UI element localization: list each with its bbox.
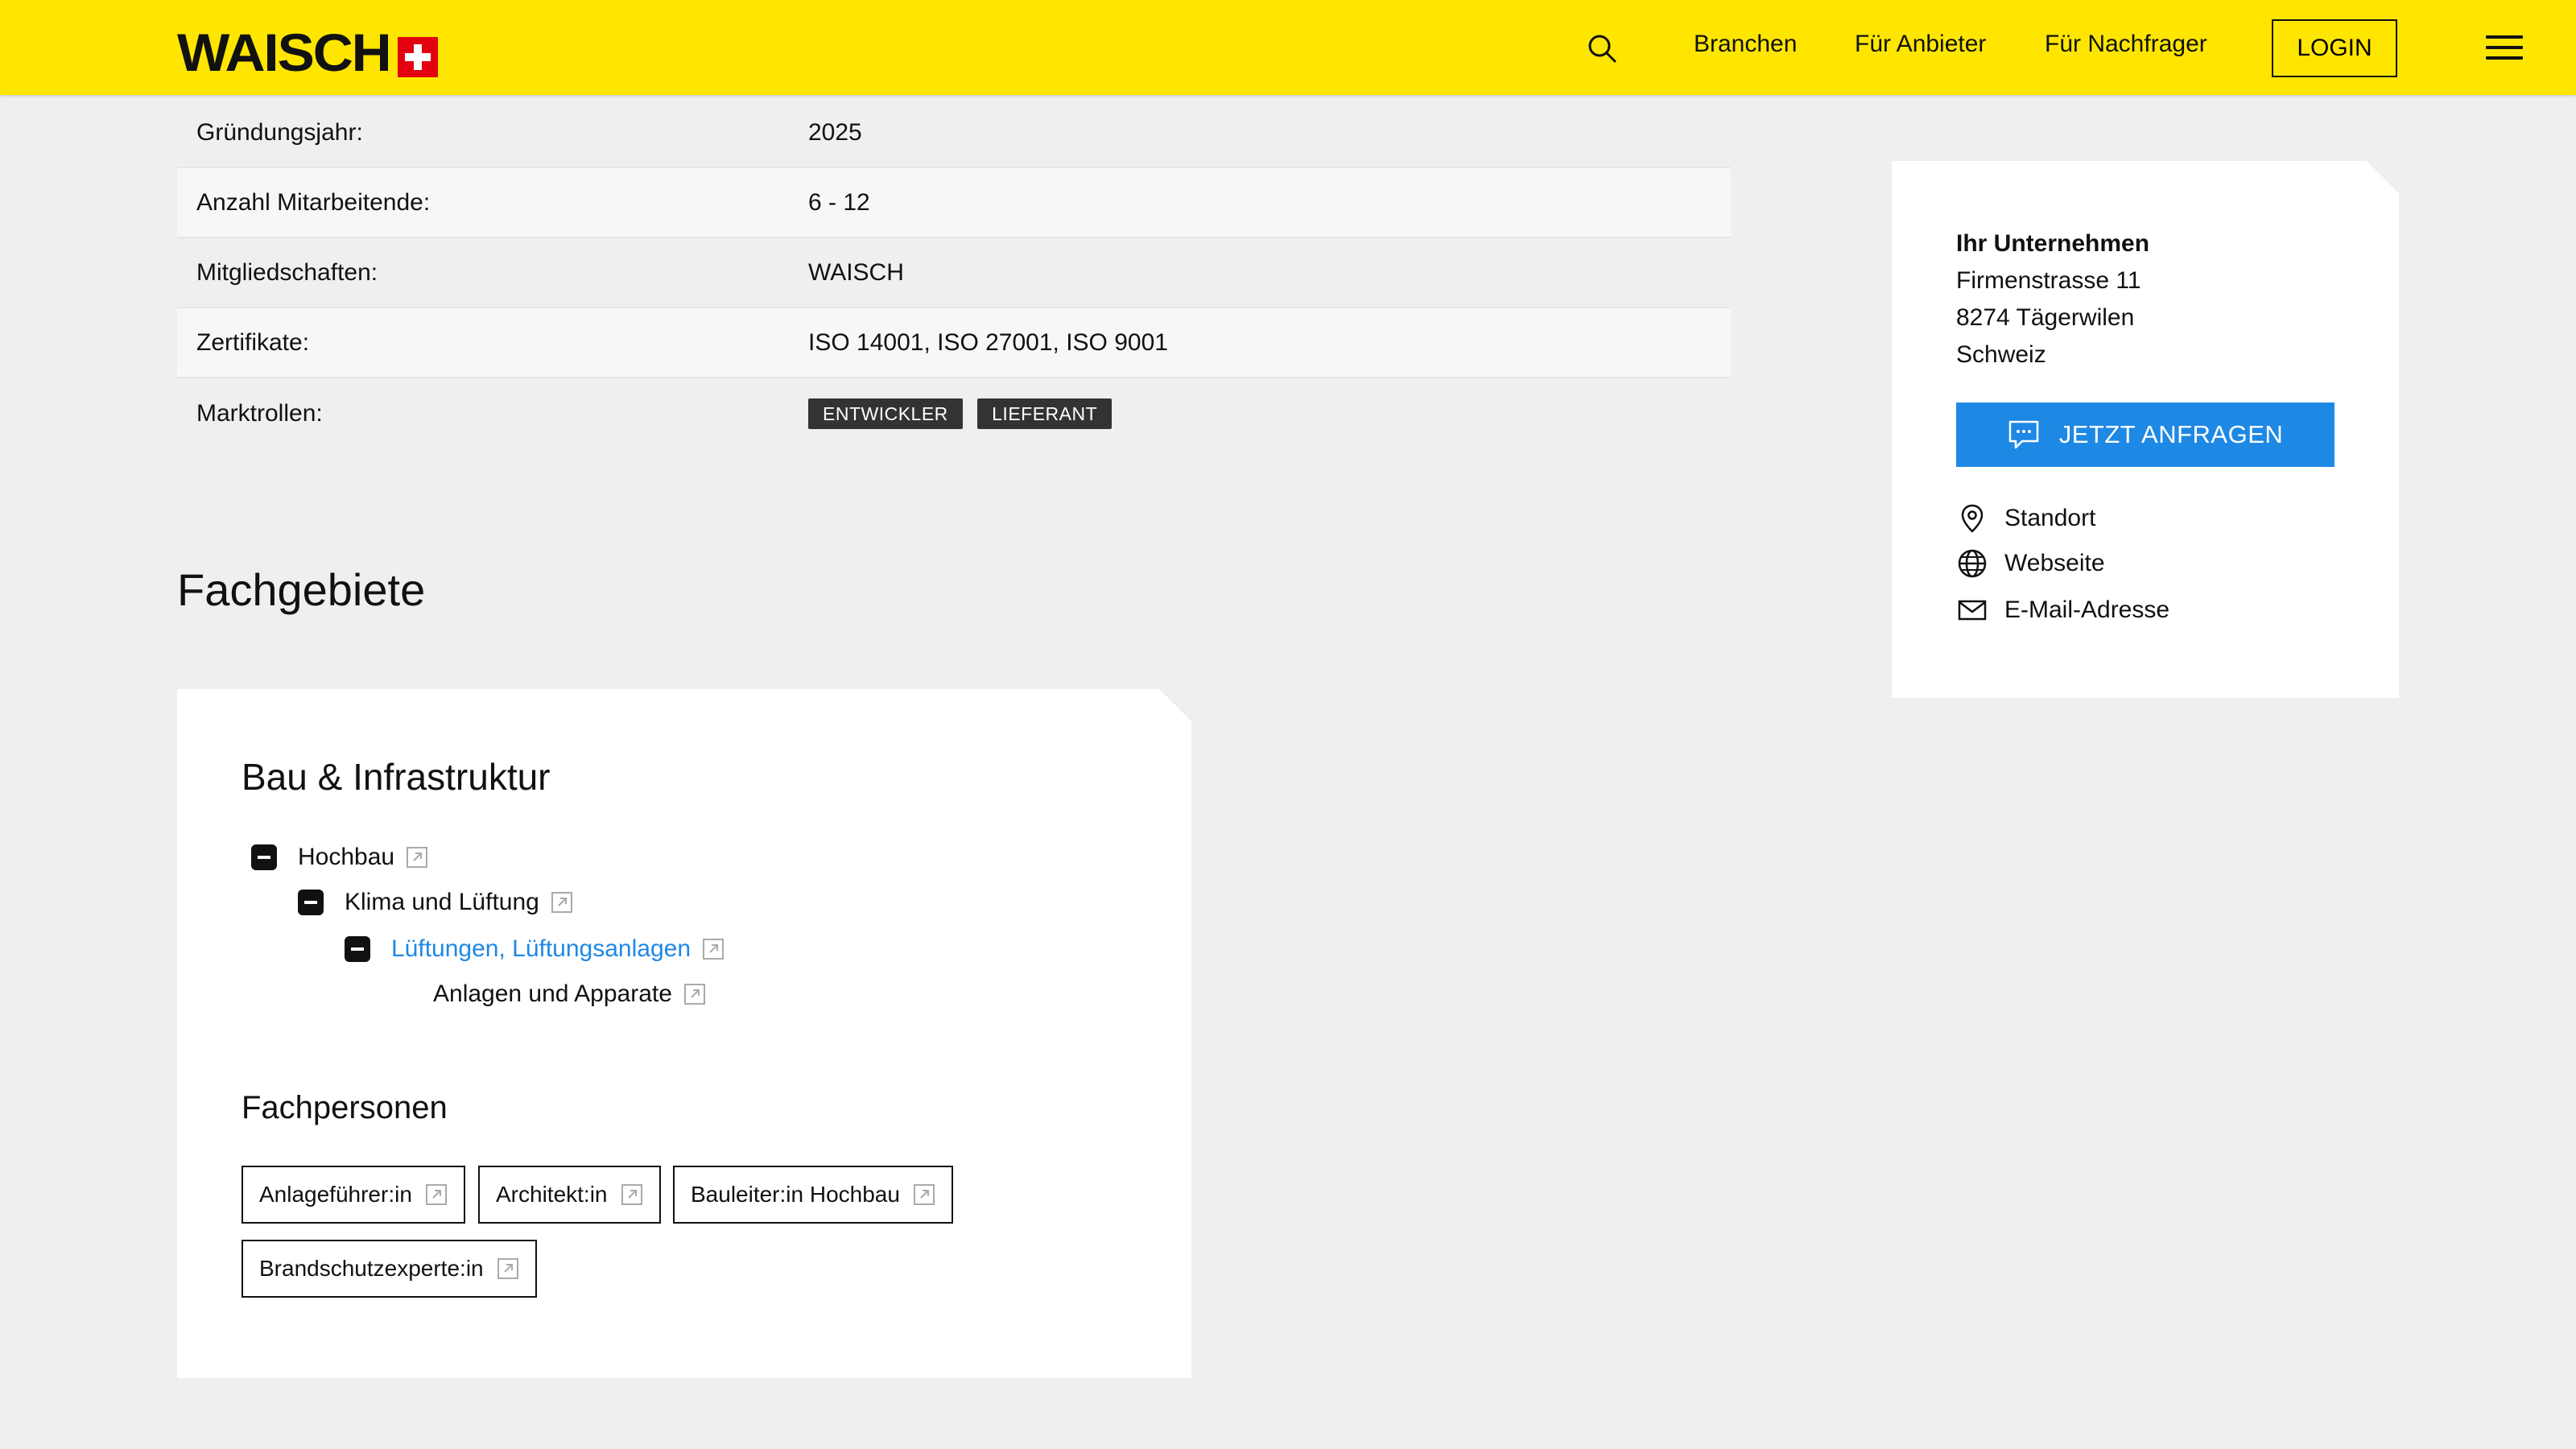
role-badge: ENTWICKLER	[808, 398, 963, 429]
tree-item-label[interactable]: Hochbau	[298, 844, 394, 871]
company-country: Schweiz	[1956, 341, 2046, 368]
tree-item-hochbau: Hochbau	[251, 844, 428, 871]
chip-label: Architekt:in	[496, 1182, 608, 1207]
chip-label: Bauleiter:in Hochbau	[691, 1182, 900, 1207]
location-pin-icon	[1961, 504, 1984, 533]
tree-item-label[interactable]: Lüftungen, Lüftungsanlagen	[391, 935, 691, 963]
section-title-fachgebiete: Fachgebiete	[177, 564, 426, 615]
row-label: Marktrollen:	[196, 399, 323, 427]
company-city: 8274 Tägerwilen	[1956, 304, 2135, 331]
company-contact-card: Ihr Unternehmen Firmenstrasse 11 8274 Tä…	[1892, 161, 2399, 698]
external-link-icon	[913, 1184, 935, 1205]
chip-label: Anlageführer:in	[259, 1182, 412, 1207]
row-value: 6 - 12	[808, 188, 870, 216]
external-link-icon[interactable]	[406, 846, 428, 869]
link-label: Webseite	[2004, 550, 2105, 576]
collapse-toggle-icon[interactable]	[345, 936, 370, 962]
search-icon[interactable]	[1586, 32, 1618, 64]
role-badge: LIEFERANT	[977, 398, 1113, 429]
tree-item-lueftungsanlagen: Lüftungen, Lüftungsanlagen	[345, 935, 724, 963]
row-value: WAISCH	[808, 258, 904, 286]
company-details-table: Gründungsjahr: 2025 Anzahl Mitarbeitende…	[177, 98, 1731, 448]
person-chip-bauleiter[interactable]: Bauleiter:in Hochbau	[673, 1166, 953, 1224]
logo-text: WAISCH	[177, 23, 392, 82]
row-value: ISO 14001, ISO 27001, ISO 9001	[808, 328, 1168, 356]
standort-link[interactable]: Standort	[1956, 502, 2095, 535]
chip-label: Brandschutzexperte:in	[259, 1256, 484, 1281]
fachgebiete-card: Bau & Infrastruktur Hochbau Klima und Lü…	[177, 689, 1191, 1378]
link-label: Standort	[2004, 505, 2096, 531]
webseite-link[interactable]: Webseite	[1956, 547, 2105, 580]
link-label: E-Mail-Adresse	[2004, 597, 2170, 623]
person-chip-anlagefuehrer[interactable]: Anlageführer:in	[242, 1166, 465, 1224]
tree-item-anlagen-apparate: Anlagen und Apparate	[433, 980, 706, 1008]
table-row: Anzahl Mitarbeitende: 6 - 12	[177, 168, 1731, 238]
fachpersonen-title: Fachpersonen	[242, 1090, 448, 1125]
top-navigation-bar: WAISCH Branchen Für Anbieter Für Nachfra…	[0, 0, 2576, 95]
jetzt-anfragen-button[interactable]: JETZT ANFRAGEN	[1956, 402, 2334, 467]
tree-item-label[interactable]: Klima und Lüftung	[345, 889, 539, 916]
category-title: Bau & Infrastruktur	[242, 756, 551, 798]
table-row: Zertifikate: ISO 14001, ISO 27001, ISO 9…	[177, 308, 1731, 378]
external-link-icon[interactable]	[683, 983, 706, 1005]
chat-icon	[2008, 420, 2038, 449]
person-chip-architekt[interactable]: Architekt:in	[478, 1166, 661, 1224]
row-label: Gründungsjahr:	[196, 118, 363, 146]
person-chip-brandschutzexperte[interactable]: Brandschutzexperte:in	[242, 1240, 537, 1298]
nav-fuer-anbieter[interactable]: Für Anbieter	[1855, 31, 1986, 58]
table-row: Gründungsjahr: 2025	[177, 98, 1731, 168]
tree-item-label[interactable]: Anlagen und Apparate	[433, 980, 672, 1008]
external-link-icon[interactable]	[551, 891, 573, 914]
external-link-icon	[497, 1258, 518, 1279]
swiss-flag-icon	[398, 37, 438, 77]
table-row: Mitgliedschaften: WAISCH	[177, 238, 1731, 308]
company-street: Firmenstrasse 11	[1956, 267, 2141, 294]
row-label: Anzahl Mitarbeitende:	[196, 188, 431, 216]
globe-icon	[1958, 549, 1987, 578]
external-link-icon[interactable]	[702, 938, 724, 960]
cta-label: JETZT ANFRAGEN	[2058, 420, 2284, 448]
external-link-icon	[621, 1184, 642, 1205]
collapse-toggle-icon[interactable]	[298, 890, 324, 915]
table-row: Marktrollen: ENTWICKLER LIEFERANT	[177, 378, 1731, 448]
tree-item-klima-lueftung: Klima und Lüftung	[298, 889, 573, 916]
row-label: Mitgliedschaften:	[196, 258, 378, 286]
mail-icon	[1958, 600, 1987, 621]
row-label: Zertifikate:	[196, 328, 310, 356]
market-roles: ENTWICKLER LIEFERANT	[808, 398, 1731, 429]
company-address: Ihr Unternehmen Firmenstrasse 11 8274 Tä…	[1956, 225, 2149, 374]
nav-branchen[interactable]: Branchen	[1694, 31, 1797, 58]
email-link[interactable]: E-Mail-Adresse	[1956, 594, 2169, 626]
login-button[interactable]: LOGIN	[2272, 19, 2397, 77]
external-link-icon	[425, 1184, 447, 1205]
company-name: Ihr Unternehmen	[1956, 230, 2150, 257]
row-value: 2025	[808, 118, 862, 146]
collapse-toggle-icon[interactable]	[251, 844, 277, 870]
nav-fuer-nachfrager[interactable]: Für Nachfrager	[2045, 31, 2207, 58]
waisch-logo[interactable]: WAISCH	[177, 18, 438, 79]
menu-icon[interactable]	[2486, 35, 2523, 61]
